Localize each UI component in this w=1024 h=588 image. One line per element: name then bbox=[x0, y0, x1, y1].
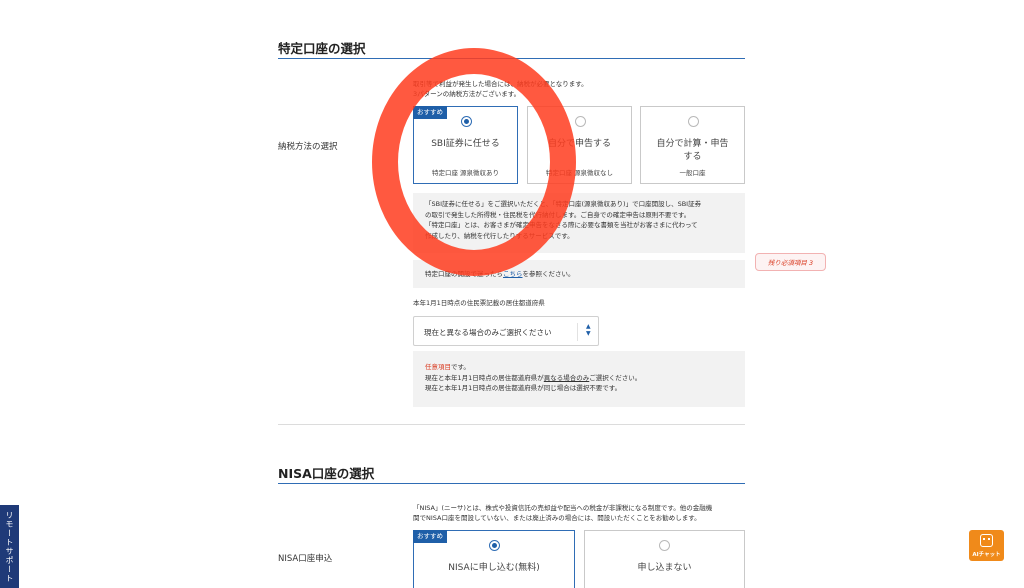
nisa-option-title: NISAに申し込む(無料) bbox=[448, 563, 540, 573]
recommend-badge: おすすめ bbox=[413, 530, 447, 543]
tokutei-section-title: 特定口座の選択 bbox=[278, 41, 366, 56]
optional-item-word: 任意項目 bbox=[425, 363, 451, 371]
closure-help-text: 特定口座の開設で迷ったらこちらを参照ください。 bbox=[425, 269, 733, 280]
nisa-section-rule bbox=[278, 483, 745, 484]
tax-method-label: 納税方法の選択 bbox=[278, 142, 338, 152]
residence-note-line: 現在と本年1月1日時点の居住都道府県が同じ場合は選択不要です。 bbox=[425, 384, 622, 392]
tax-intro-text: 取引等で利益が発生した場合には、納税が必要となります。 3パターンの納税方法がご… bbox=[413, 79, 588, 99]
section-divider bbox=[278, 424, 745, 425]
up-down-chevron-icon[interactable]: ▲ ▼ bbox=[586, 323, 591, 337]
tax-intro-line: 3パターンの納税方法がございます。 bbox=[413, 90, 521, 98]
ai-chat-button[interactable]: AIチャット bbox=[969, 530, 1004, 561]
closure-help-link[interactable]: こちら bbox=[503, 270, 523, 278]
nisa-section-title: NISA口座の選択 bbox=[278, 466, 375, 481]
select-divider bbox=[577, 323, 578, 341]
tax-option-sub: 一般口座 bbox=[679, 169, 706, 177]
tax-option-title: 自分で計算・申告 する bbox=[641, 138, 744, 164]
tax-option-sub: 特定口座 源泉徴収なし bbox=[545, 169, 614, 177]
tax-option-title: SBI証券に任せる bbox=[431, 139, 500, 149]
nisa-option-decline[interactable]: 申し込まない bbox=[584, 530, 745, 588]
tax-explanation-box: 「SBI証券に任せる」をご選択いただくと、「特定口座(源泉徴収あり)」で口座開設… bbox=[413, 193, 745, 253]
tax-option-title-line: する bbox=[683, 152, 702, 162]
closure-help-box: 特定口座の開設で迷ったらこちらを参照ください。 bbox=[413, 260, 745, 288]
tax-explanation-line: の取引で発生した所得税・住民税を代行納付します。ご自身での確定申告は原則不要です… bbox=[425, 210, 691, 219]
closure-help-before: 特定口座の開設で迷ったら bbox=[425, 270, 503, 278]
robot-icon bbox=[980, 534, 993, 547]
residence-note-part: ご選択ください。 bbox=[589, 373, 642, 382]
tax-option-general[interactable]: 自分で計算・申告 する 一般口座 bbox=[640, 106, 745, 184]
radio-empty-icon[interactable] bbox=[688, 116, 699, 127]
recommend-badge: おすすめ bbox=[413, 106, 447, 119]
tax-option-sub: 特定口座 源泉徴収あり bbox=[431, 169, 500, 177]
nisa-intro-line: 「NISA」(ニーサ)とは、株式や投資信託の売却益や配当への税金が非課税になる制… bbox=[413, 504, 713, 512]
tokutei-section-rule bbox=[278, 58, 745, 59]
tax-option-title-line: 自分で計算・申告 bbox=[656, 139, 729, 149]
tax-explanation-line: 「SBI証券に任せる」をご選択いただくと、「特定口座(源泉徴収あり)」で口座開設… bbox=[425, 200, 702, 208]
remote-support-tab[interactable]: リモートサポート bbox=[0, 505, 19, 588]
nisa-intro-text: 「NISA」(ニーサ)とは、株式や投資信託の売却益や配当への税金が非課税になる制… bbox=[413, 503, 712, 523]
radio-empty-icon[interactable] bbox=[575, 116, 586, 127]
residence-note-line: 現在と本年1月1日時点の居住都道府県が異なる場合のみご選択ください。 bbox=[425, 373, 733, 384]
tax-intro-line: 取引等で利益が発生した場合には、納税が必要となります。 bbox=[413, 80, 588, 88]
optional-item-suffix: です。 bbox=[451, 363, 470, 371]
residence-prefecture-select[interactable]: 現在と異なる場合のみご選択ください ▲ ▼ bbox=[413, 316, 599, 346]
residence-select-value: 現在と異なる場合のみご選択ください bbox=[424, 328, 552, 337]
tax-option-self-report[interactable]: 自分で申告する 特定口座 源泉徴収なし bbox=[527, 106, 632, 184]
tax-option-sbi[interactable]: おすすめ SBI証券に任せる 特定口座 源泉徴収あり bbox=[413, 106, 518, 184]
nisa-option-title: 申し込まない bbox=[637, 563, 692, 573]
tax-option-title: 自分で申告する bbox=[547, 139, 611, 149]
residence-note-emphasis: 異なる場合のみ bbox=[543, 373, 590, 382]
optional-item-line: 任意項目です。 bbox=[425, 362, 733, 373]
residence-note-part: 現在と本年1月1日時点の居住都道府県が bbox=[425, 373, 544, 382]
tax-explanation-line: 作成したり、納税を代行したりするサービスです。 bbox=[425, 231, 574, 240]
tax-explanation-line: 「特定口座」とは、お客さまが確定申告をなさる際に必要な書類を当社がお客さまに代わ… bbox=[425, 221, 698, 229]
closure-help-after: を参照ください。 bbox=[522, 270, 575, 278]
remaining-required-badge[interactable]: 残り必須項目 3 bbox=[755, 253, 826, 271]
nisa-option-apply[interactable]: おすすめ NISAに申し込む(無料) bbox=[413, 530, 575, 588]
radio-empty-icon[interactable] bbox=[659, 540, 670, 551]
residence-label: 本年1月1日時点の住民票記載の居住都道府県 bbox=[413, 299, 545, 307]
radio-selected-icon[interactable] bbox=[489, 540, 500, 551]
residence-note-box: 任意項目です。 現在と本年1月1日時点の居住都道府県が異なる場合のみご選択くださ… bbox=[413, 351, 745, 407]
nisa-intro-line: 関でNISA口座を開設していない、または廃止済みの場合には、開設いただくことをお… bbox=[413, 514, 701, 522]
radio-selected-icon[interactable] bbox=[461, 116, 472, 127]
ai-chat-label: AIチャット bbox=[972, 552, 1001, 558]
nisa-apply-label: NISA口座申込 bbox=[278, 554, 333, 564]
